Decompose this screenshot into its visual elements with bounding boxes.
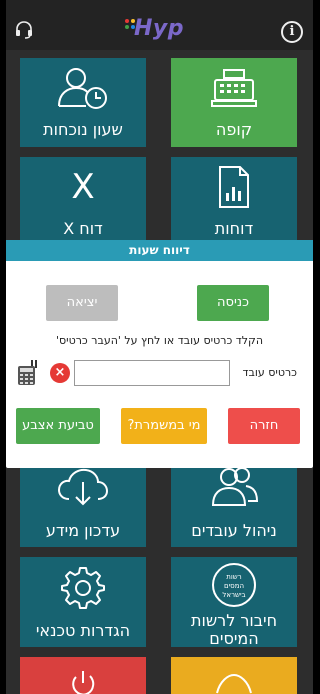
- users-icon: [211, 467, 259, 506]
- dialog-instructions: הקלד כרטיס עובד או לחץ על 'העבר כרטיס': [55, 334, 264, 347]
- tile-bottom-left[interactable]: [20, 657, 146, 694]
- tile-cash-register[interactable]: קופה: [171, 58, 297, 147]
- tile-x-report-label: דוח X: [63, 219, 103, 238]
- tile-reports[interactable]: דוחות: [171, 157, 297, 242]
- report-document-icon: [219, 166, 249, 208]
- card-reader-icon[interactable]: [16, 360, 40, 386]
- gear-icon: [61, 567, 105, 609]
- clear-input-icon[interactable]: ×: [50, 363, 70, 383]
- tile-tech-settings[interactable]: הגדרות טכנאי: [20, 557, 146, 647]
- hyp-logo: Hyp: [125, 16, 185, 41]
- tax-logo-line-3: בישראל: [222, 591, 246, 599]
- back-button[interactable]: חזרה: [228, 408, 300, 444]
- tile-reports-label: דוחות: [214, 219, 254, 238]
- employee-card-input[interactable]: [74, 360, 230, 386]
- x-icon: X: [71, 167, 95, 207]
- info-icon[interactable]: i: [281, 21, 303, 43]
- dialog-title: דיווח שעות: [6, 240, 313, 261]
- who-on-shift-button[interactable]: מי במשמרת?: [121, 408, 207, 444]
- tile-tax-authority-label-line1: חיבור לרשות: [190, 611, 278, 630]
- tile-attendance-clock[interactable]: שעון נוכחות: [20, 58, 146, 147]
- app-screen: שעון נוכחות קופה X דוח X דוחות עדכון מיד…: [6, 0, 313, 694]
- top-bar: Hyp i: [6, 0, 313, 50]
- employee-card-label: כרטיס עובד: [242, 366, 297, 379]
- user-clock-icon: [58, 68, 107, 109]
- tile-update-info-label: עדכון מידע: [45, 521, 121, 540]
- tax-authority-logo-icon: רשות המסים בישראל: [212, 563, 256, 607]
- entry-button[interactable]: כניסה: [197, 285, 269, 321]
- tile-employee-management-label: ניהול עובדים: [191, 521, 277, 540]
- tax-logo-line-1: רשות: [226, 573, 242, 581]
- cloud-download-icon: [57, 468, 109, 506]
- tile-cash-register-label: קופה: [215, 120, 253, 139]
- headset-icon[interactable]: [14, 20, 34, 40]
- tax-logo-line-2: המסים: [223, 582, 245, 590]
- cash-register-icon: [211, 69, 257, 107]
- hours-report-dialog: דיווח שעות יציאה כניסה הקלד כרטיס עובד א…: [6, 240, 313, 468]
- tile-update-info[interactable]: עדכון מידע: [20, 457, 146, 547]
- tile-tax-authority[interactable]: רשות המסים בישראל חיבור לרשות המיסים: [171, 557, 297, 648]
- tile-employee-management[interactable]: ניהול עובדים: [171, 457, 297, 547]
- tile-bottom-right[interactable]: [171, 657, 297, 694]
- exit-button[interactable]: יציאה: [46, 285, 118, 321]
- circle-icon: [216, 673, 252, 694]
- logo-text: Hyp: [134, 16, 185, 41]
- logo-dots-icon: [125, 19, 135, 29]
- tile-tax-authority-label-line2: המיסים: [209, 629, 259, 648]
- tile-x-report[interactable]: X דוח X: [20, 157, 146, 242]
- tile-tech-settings-label: הגדרות טכנאי: [35, 621, 131, 640]
- power-icon: [72, 671, 95, 694]
- fingerprint-button[interactable]: טביעת אצבע: [16, 408, 100, 444]
- tile-attendance-label: שעון נוכחות: [43, 120, 123, 139]
